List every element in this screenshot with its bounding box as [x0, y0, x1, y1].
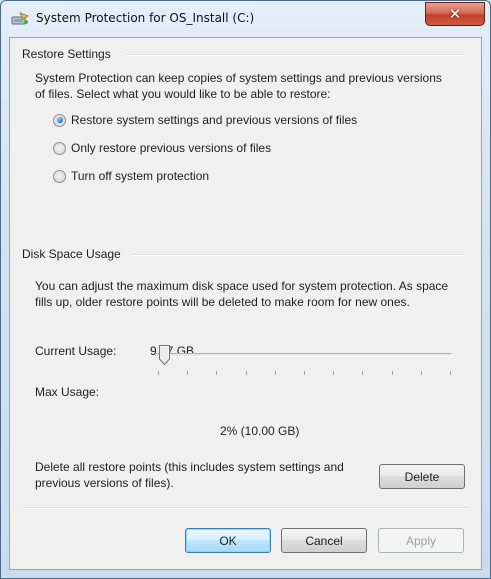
close-button[interactable]: ✕ — [425, 2, 485, 26]
slider-tick — [392, 371, 393, 375]
current-usage-label: Current Usage: — [35, 344, 117, 358]
slider-track[interactable] — [155, 353, 452, 357]
radio-button-selected[interactable] — [53, 113, 66, 127]
slider-tick — [275, 371, 276, 375]
max-usage-display: 2% (10.00 GB) — [220, 424, 300, 438]
slider-tick — [158, 371, 159, 375]
dialog-client-area: Restore Settings System Protection can k… — [9, 37, 482, 570]
title-bar[interactable]: System Protection for OS_Install (C:) ✕ — [1, 1, 490, 37]
slider-tick — [304, 371, 305, 375]
slider-tick — [246, 371, 247, 375]
radio-button[interactable] — [53, 169, 66, 183]
apply-button[interactable]: Apply — [378, 528, 464, 553]
slider-tick — [450, 371, 451, 375]
disk-space-description: You can adjust the maximum disk space us… — [35, 279, 449, 309]
delete-button[interactable]: Delete — [379, 464, 465, 489]
footer-separator — [22, 507, 469, 509]
delete-description: Delete all restore points (this includes… — [35, 460, 344, 490]
slider-tick — [362, 371, 363, 375]
cancel-button[interactable]: Cancel — [281, 528, 367, 553]
slider-thumb[interactable] — [159, 345, 170, 365]
radio-label: Only restore previous versions of files — [71, 141, 272, 155]
radio-label: Restore system settings and previous ver… — [71, 113, 358, 127]
slider-tick — [421, 371, 422, 375]
radio-turn-off-protection[interactable]: Turn off system protection — [53, 167, 209, 185]
radio-label: Turn off system protection — [71, 169, 210, 183]
system-protection-window: System Protection for OS_Install (C:) ✕ … — [0, 0, 491, 579]
radio-button[interactable] — [53, 141, 66, 155]
restore-settings-divider — [126, 54, 465, 56]
radio-restore-system-and-files[interactable]: Restore system settings and previous ver… — [53, 111, 357, 129]
slider-tick — [216, 371, 217, 375]
system-protection-icon — [11, 12, 29, 25]
radio-restore-files-only[interactable]: Only restore previous versions of files — [53, 139, 271, 157]
close-icon: ✕ — [448, 5, 462, 23]
slider-tick — [187, 371, 188, 375]
restore-settings-title: Restore Settings — [22, 47, 111, 61]
window-title: System Protection for OS_Install (C:) — [36, 11, 255, 25]
disk-space-title: Disk Space Usage — [22, 247, 121, 261]
max-usage-label: Max Usage: — [35, 385, 100, 399]
slider-tick — [333, 371, 334, 375]
ok-button[interactable]: OK — [185, 528, 271, 553]
restore-settings-description: System Protection can keep copies of sys… — [35, 71, 442, 101]
disk-space-divider — [132, 254, 465, 256]
